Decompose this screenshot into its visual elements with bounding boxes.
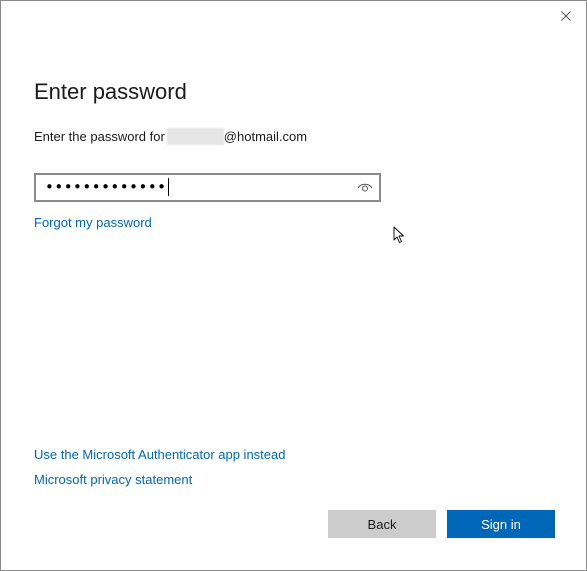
privacy-statement-link[interactable]: Microsoft privacy statement [34, 472, 192, 487]
mouse-pointer-icon [393, 226, 404, 243]
password-value: ••••••••••••• [45, 178, 169, 196]
prompt-suffix: @hotmail.com [223, 129, 308, 144]
close-button[interactable] [554, 5, 578, 27]
password-field[interactable]: ••••••••••••• [34, 173, 381, 202]
back-button[interactable]: Back [328, 510, 436, 538]
sign-in-button[interactable]: Sign in [447, 510, 555, 538]
eye-icon[interactable] [357, 180, 373, 194]
prompt-prefix: Enter the password for [34, 129, 165, 144]
sign-in-dialog: Enter password Enter the password for @ho… [0, 0, 587, 571]
close-icon [561, 11, 571, 21]
authenticator-app-link[interactable]: Use the Microsoft Authenticator app inst… [34, 447, 285, 462]
forgot-password-link[interactable]: Forgot my password [34, 215, 152, 230]
text-caret [167, 178, 169, 196]
page-title: Enter password [34, 79, 187, 104]
password-prompt: Enter the password for @hotmail.com [34, 128, 307, 145]
redacted-username [166, 128, 224, 145]
